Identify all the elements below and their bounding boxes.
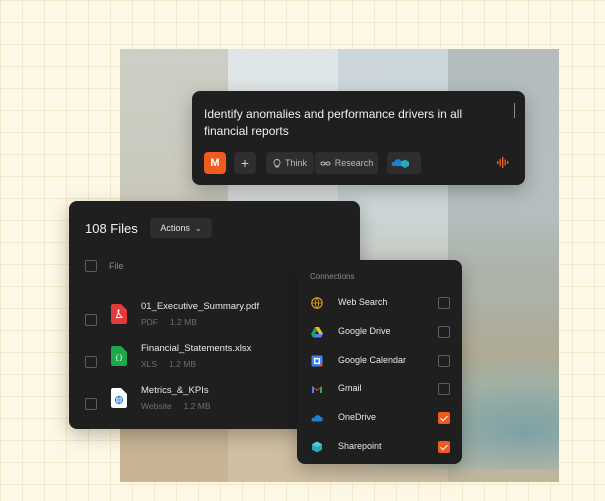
google-calendar-icon [311,355,323,367]
infinity-icon [320,161,331,165]
connection-web-search[interactable]: Web Search [297,292,462,314]
globe-icon [311,297,323,309]
actions-dropdown[interactable]: Actions ⌄ [150,218,212,238]
onedrive-icon [311,415,323,422]
file-name: 01_Executive_Summary.pdf [141,301,260,312]
connection-checkbox[interactable] [438,412,450,424]
file-meta: XLS 1.2 MB [141,359,197,369]
add-button[interactable]: + [234,152,256,174]
connection-google-drive[interactable]: Google Drive [297,321,462,343]
connection-label: OneDrive [338,412,377,422]
connection-checkbox[interactable] [438,383,450,395]
connection-checkbox[interactable] [438,326,450,338]
file-meta: PDF 1.2 MB [141,317,197,327]
chevron-down-icon: ⌄ [194,223,202,233]
prompt-card: Identify anomalies and performance drive… [192,91,525,185]
think-button[interactable]: Think [266,152,314,174]
text-caret [514,103,515,118]
connection-label: Sharepoint [338,441,382,451]
connection-google-calendar[interactable]: Google Calendar [297,350,462,372]
connection-onedrive[interactable]: OneDrive [297,407,462,429]
connections-title: Connections [310,272,355,281]
file-checkbox[interactable] [85,314,97,326]
spreadsheet-icon: {} [111,346,127,366]
website-icon [111,388,127,408]
connection-checkbox[interactable] [438,355,450,367]
file-column-header: File [109,261,124,271]
connected-sources-button[interactable] [387,152,421,174]
app-logo-button[interactable]: M [204,152,226,174]
file-name: Financial_Statements.xlsx [141,343,252,354]
file-name: Metrics_&_KPIs [141,385,209,396]
voice-waveform-icon[interactable] [497,157,509,168]
gmail-icon [312,386,322,393]
connection-label: Google Drive [338,326,391,336]
connection-checkbox[interactable] [438,297,450,309]
prompt-input[interactable]: Identify anomalies and performance drive… [204,106,504,140]
pdf-icon [111,304,127,324]
connection-checkbox[interactable] [438,441,450,453]
sharepoint-icon [312,441,322,453]
connection-label: Google Calendar [338,355,407,365]
file-checkbox[interactable] [85,356,97,368]
file-checkbox[interactable] [85,398,97,410]
cloud-sources-icon [391,159,409,168]
connection-sharepoint[interactable]: Sharepoint [297,436,462,458]
research-button[interactable]: Research [315,152,378,174]
google-drive-icon [311,327,323,338]
connection-gmail[interactable]: Gmail [297,378,462,400]
connection-label: Gmail [338,383,362,393]
file-meta: Website 1.2 MB [141,401,211,411]
connection-label: Web Search [338,297,388,307]
connections-panel: Connections Web Search Google Drive Goog… [297,260,462,464]
lightbulb-icon [273,158,281,167]
svg-text:{}: {} [115,354,123,362]
select-all-checkbox[interactable] [85,260,97,272]
files-count-title: 108 Files [85,221,138,236]
